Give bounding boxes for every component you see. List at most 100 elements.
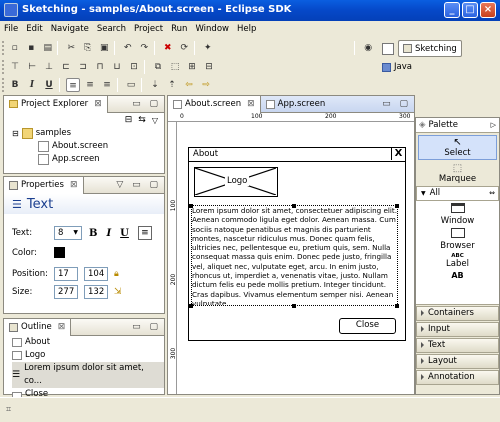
tab-properties[interactable]: Properties ⊠ <box>4 176 84 194</box>
copy-icon[interactable]: ⎘ <box>81 41 95 55</box>
sketch-window-about[interactable]: About X Logo Lorem ipsum dolor sit amet,… <box>188 147 406 341</box>
ungroup-icon[interactable]: ⬚ <box>168 60 182 74</box>
palette-drawer-text[interactable]: Text <box>416 338 499 353</box>
comment-icon[interactable]: ▭ <box>124 78 138 92</box>
close-tab-icon[interactable]: ⊠ <box>94 99 102 109</box>
close-tab-icon[interactable]: ⊠ <box>247 99 255 109</box>
match-height-icon[interactable]: ⊡ <box>127 60 141 74</box>
palette-marquee-tool[interactable]: ⬚ Marquee <box>416 162 499 185</box>
bold-icon[interactable]: B <box>8 78 22 92</box>
view-menu-icon[interactable]: ▽ <box>152 116 158 125</box>
menu-search[interactable]: Search <box>93 21 130 37</box>
palette-drawer-input[interactable]: Input <box>416 322 499 337</box>
align-right-icon[interactable]: ⊓ <box>93 60 107 74</box>
match-width-icon[interactable]: ⊔ <box>110 60 124 74</box>
menu-edit[interactable]: Edit <box>22 21 46 37</box>
link-editor-icon[interactable]: ⇆ <box>138 115 146 125</box>
palette-drawer-all[interactable]: ▼ All ⇔ <box>416 186 499 201</box>
cut-icon[interactable]: ✂ <box>64 41 78 55</box>
drawer-pin-icon[interactable]: ⇔ <box>489 187 495 200</box>
wand-icon[interactable]: ✦ <box>201 41 215 55</box>
align-bottom-icon[interactable]: ⊥ <box>42 60 56 74</box>
font-size-select[interactable]: 8 ▼ <box>54 226 82 240</box>
selection-handle[interactable] <box>292 204 296 208</box>
menu-project[interactable]: Project <box>130 21 167 37</box>
align-left-icon[interactable]: ⊏ <box>59 60 73 74</box>
close-button[interactable]: × <box>480 2 496 18</box>
tab-outline[interactable]: Outline ⊠ <box>4 318 72 336</box>
next-annotation-icon[interactable]: ⇣ <box>148 78 162 92</box>
underline-toggle[interactable]: U <box>120 228 129 239</box>
selection-handle[interactable] <box>292 304 296 308</box>
palette-item-window[interactable]: Window <box>416 203 499 226</box>
width-field[interactable]: 277 <box>54 285 78 299</box>
tree-item-about[interactable]: About.screen <box>12 140 164 153</box>
palette-item-browser[interactable]: Browser <box>416 228 499 251</box>
view-minmax-icons[interactable]: ▭ ▢ <box>132 99 164 109</box>
close-tab-icon[interactable]: ⊠ <box>70 180 78 190</box>
forward-icon[interactable]: ⇨ <box>199 78 213 92</box>
palette-item-text[interactable]: AB <box>416 271 499 280</box>
editor-minmax-icons[interactable]: ▭ ▢ <box>382 99 414 109</box>
collapse-all-icon[interactable]: ⊟ <box>125 115 133 125</box>
italic-icon[interactable]: I <box>25 78 39 92</box>
align-center-icon[interactable]: ⊐ <box>76 60 90 74</box>
color-swatch[interactable] <box>54 247 65 258</box>
paste-icon[interactable]: ▣ <box>97 41 111 55</box>
maximize-button[interactable]: □ <box>462 2 478 18</box>
sketch-canvas[interactable]: About X Logo Lorem ipsum dolor sit amet,… <box>178 123 414 394</box>
sketch-logo[interactable]: Logo <box>194 167 278 197</box>
align-middle-icon[interactable]: ⊢ <box>25 60 39 74</box>
palette-item-label[interactable]: ABC Label <box>416 253 499 269</box>
minimize-button[interactable]: _ <box>444 2 460 18</box>
snap-icon[interactable]: ⊟ <box>202 60 216 74</box>
tab-app-screen[interactable]: App.screen <box>261 99 331 109</box>
tab-about-screen[interactable]: About.screen ⊠ <box>168 95 261 113</box>
tab-project-explorer[interactable]: Project Explorer ⊠ <box>4 95 108 113</box>
menu-file[interactable]: File <box>0 21 22 37</box>
selection-handle[interactable] <box>395 304 399 308</box>
pos-x-field[interactable]: 17 <box>54 267 78 281</box>
menu-help[interactable]: Help <box>233 21 260 37</box>
sketch-text-block[interactable]: Lorem ipsum dolor sit amet, consectetuer… <box>191 205 398 306</box>
save-icon[interactable]: ▪ <box>24 41 38 55</box>
pos-y-field[interactable]: 104 <box>84 267 108 281</box>
menu-window[interactable]: Window <box>191 21 233 37</box>
open-perspective-icon[interactable] <box>382 43 394 55</box>
text-align-button[interactable]: ≡ <box>137 226 152 240</box>
bold-toggle[interactable]: B <box>89 228 97 239</box>
tree-item-samples[interactable]: ⊟ samples <box>12 127 164 140</box>
menu-navigate[interactable]: Navigate <box>47 21 93 37</box>
view-minmax-icons[interactable]: ▭ ▢ <box>132 322 164 332</box>
palette-drawer-layout[interactable]: Layout <box>416 354 499 369</box>
refresh-icon[interactable]: ⟳ <box>177 41 191 55</box>
perspective-java[interactable]: Java <box>382 60 412 74</box>
close-tab-icon[interactable]: ⊠ <box>58 322 66 332</box>
palette-select-tool[interactable]: ↖ Select <box>418 135 497 160</box>
selection-handle[interactable] <box>189 204 193 208</box>
view-minmax-icons[interactable]: ▽ ▭ ▢ <box>116 180 164 190</box>
fast-view-icon[interactable]: ⌗ <box>6 405 11 415</box>
delete-icon[interactable]: ✖ <box>161 41 175 55</box>
perspective-sketching[interactable]: Sketching <box>398 40 462 57</box>
menu-run[interactable]: Run <box>167 21 191 37</box>
italic-toggle[interactable]: I <box>106 228 111 239</box>
grid-icon[interactable]: ⊞ <box>185 60 199 74</box>
prev-annotation-icon[interactable]: ⇡ <box>165 78 179 92</box>
print-icon[interactable]: ▤ <box>41 41 55 55</box>
tree-item-app[interactable]: App.screen <box>12 153 164 166</box>
selection-handle[interactable] <box>395 204 399 208</box>
back-icon[interactable]: ⇦ <box>182 78 196 92</box>
group-icon[interactable]: ⧉ <box>151 60 165 74</box>
selection-handle[interactable] <box>189 304 193 308</box>
resize-icon[interactable]: ⇲ <box>114 287 122 297</box>
align-top-icon[interactable]: ⊤ <box>8 60 22 74</box>
undo-icon[interactable]: ↶ <box>121 41 135 55</box>
align-text-center-icon[interactable]: ≡ <box>83 78 97 92</box>
outline-item-about[interactable]: About <box>12 336 164 349</box>
sketch-close-button[interactable]: Close <box>339 318 396 334</box>
palette-drawer-annotation[interactable]: Annotation <box>416 370 499 385</box>
outline-item-text[interactable]: ☰ Lorem ipsum dolor sit amet, co... <box>12 362 164 388</box>
lock-icon[interactable]: 🔒︎ <box>114 269 119 279</box>
new-icon[interactable]: ▫ <box>8 41 22 55</box>
